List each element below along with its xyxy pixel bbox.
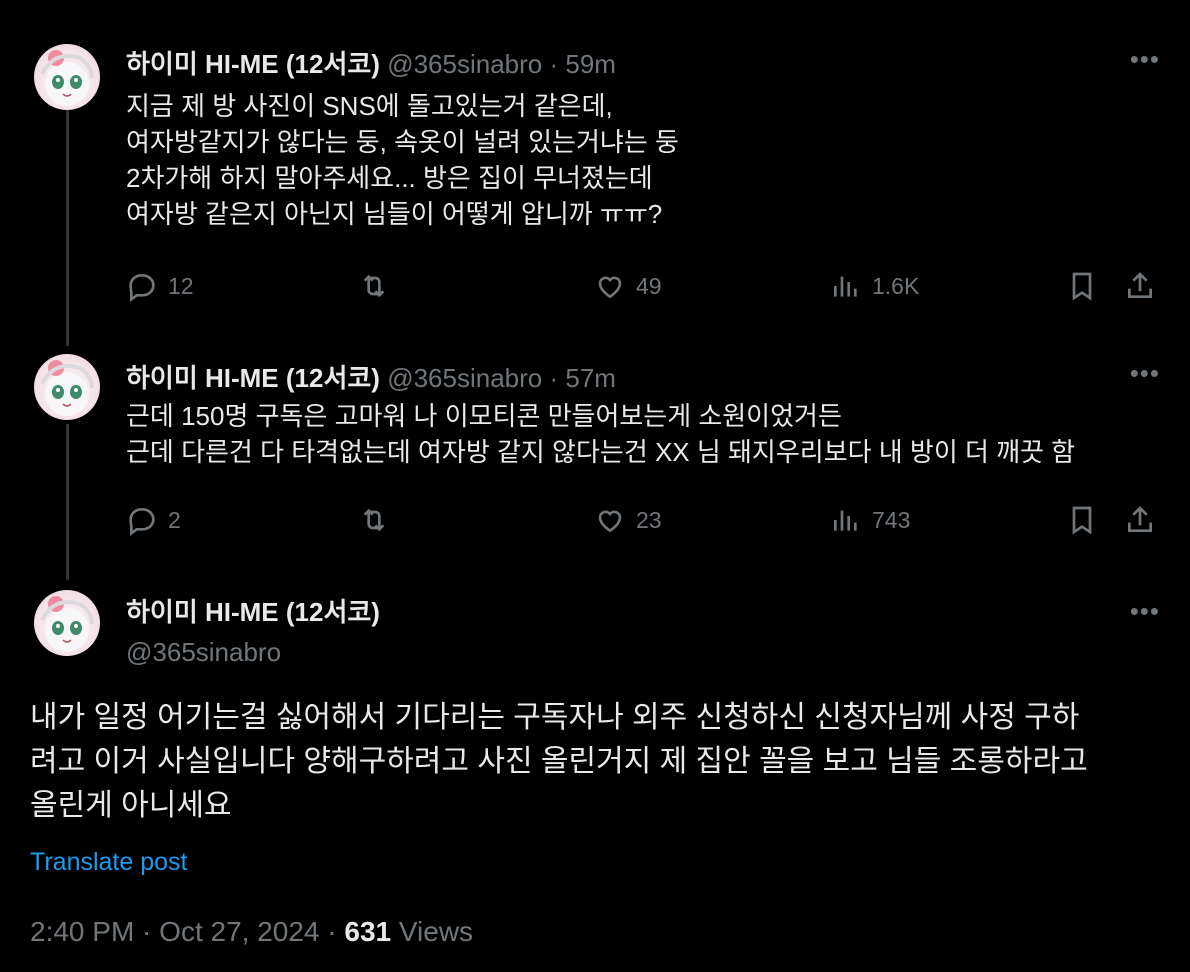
- tweet-text: 지금 제 방 사진이 SNS에 돌고있는거 같은데, 여자방같지가 않다는 둥,…: [126, 88, 679, 232]
- reply-button[interactable]: 2: [126, 504, 181, 536]
- post-meta: 2:40 PM · Oct 27, 2024 · 631 Views: [30, 916, 473, 948]
- display-name[interactable]: 하이미 HI-ME (12서코): [126, 49, 380, 79]
- like-count: 23: [636, 506, 662, 533]
- reply-icon: [129, 507, 155, 536]
- text-line: 올린게 아니세요: [30, 789, 232, 822]
- avatar[interactable]: [34, 590, 100, 656]
- views-count: 743: [872, 506, 911, 533]
- avatar-image: [40, 596, 94, 652]
- bookmark-icon: [1072, 506, 1092, 535]
- like-count: 49: [636, 272, 662, 299]
- reply-button[interactable]: 12: [126, 270, 194, 302]
- views-count: 1.6K: [872, 272, 920, 299]
- views-button[interactable]: 1.6K: [830, 270, 919, 302]
- text-line: 내가 일정 어기는걸 싫어해서 기다리는 구독자나 외주 신청하신 신청자님께 …: [30, 701, 1080, 734]
- post-timestamp[interactable]: 2:40 PM · Oct 27, 2024 ·: [30, 916, 344, 947]
- tweet-header: 하이미 HI-ME (12서코) @365sinabro · 59m: [126, 44, 616, 81]
- handle[interactable]: @365sinabro: [387, 363, 542, 393]
- more-icon[interactable]: •••: [1130, 44, 1160, 75]
- more-icon[interactable]: •••: [1130, 358, 1160, 389]
- retweet-icon: [363, 274, 385, 298]
- reply-count: 12: [168, 272, 194, 299]
- retweet-button[interactable]: [358, 270, 390, 302]
- views-count: 631: [344, 916, 392, 947]
- tweet-2[interactable]: 하이미 HI-ME (12서코) @365sinabro · 57m ••• 근…: [0, 340, 1190, 580]
- display-name[interactable]: 하이미 HI-ME (12서코): [126, 363, 380, 393]
- text-line: 지금 제 방 사진이 SNS에 돌고있는거 같은데,: [126, 91, 613, 121]
- handle[interactable]: @365sinabro: [126, 637, 380, 668]
- more-icon[interactable]: •••: [1130, 596, 1160, 627]
- separator: ·: [549, 363, 559, 393]
- views-icon: [834, 510, 857, 531]
- text-line: 여자방같지가 않다는 둥, 속옷이 널려 있는거냐는 둥: [126, 127, 679, 157]
- timestamp[interactable]: 57m: [565, 363, 616, 393]
- text-line: 근데 다른건 다 타격없는데 여자방 같지 않다는건 XX 님 돼지우리보다 내…: [126, 437, 1076, 467]
- tweet-header: 하이미 HI-ME (12서코) @365sinabro: [126, 592, 380, 668]
- share-icon: [1128, 506, 1152, 532]
- share-button[interactable]: [1124, 270, 1156, 302]
- like-button[interactable]: 23: [594, 504, 662, 536]
- translate-link[interactable]: Translate post: [30, 848, 187, 877]
- tweet-header: 하이미 HI-ME (12서코) @365sinabro · 57m: [126, 358, 616, 395]
- timestamp[interactable]: 59m: [565, 49, 616, 79]
- tweet-text: 근데 150명 구독은 고마워 나 이모티콘 만들어보는게 소원이었거든 근데 …: [126, 398, 1075, 470]
- heart-icon: [598, 510, 622, 533]
- share-button[interactable]: [1124, 504, 1156, 536]
- action-bar: 2 23 743: [126, 504, 1166, 544]
- bookmark-button[interactable]: [1066, 504, 1098, 536]
- text-line: 려고 이거 사실입니다 양해구하려고 사진 올린거지 제 집안 꼴을 보고 님들…: [30, 745, 1088, 778]
- reply-count: 2: [168, 506, 181, 533]
- retweet-icon: [363, 508, 385, 532]
- display-name[interactable]: 하이미 HI-ME (12서코): [126, 592, 380, 629]
- reply-icon: [129, 273, 155, 302]
- bookmark-icon: [1072, 272, 1092, 301]
- bookmark-button[interactable]: [1066, 270, 1098, 302]
- avatar[interactable]: [34, 44, 100, 110]
- text-line: 여자방 같은지 아닌지 님들이 어떻게 압니까 ㅠㅠ?: [126, 199, 663, 229]
- main-tweet: 하이미 HI-ME (12서코) @365sinabro ••• 내가 일정 어…: [0, 580, 1190, 972]
- like-button[interactable]: 49: [594, 270, 662, 302]
- avatar[interactable]: [34, 354, 100, 420]
- separator: ·: [549, 49, 559, 79]
- tweet-1[interactable]: 하이미 HI-ME (12서코) @365sinabro · 59m ••• 지…: [0, 0, 1190, 340]
- avatar-image: [40, 360, 94, 416]
- retweet-button[interactable]: [358, 504, 390, 536]
- heart-icon: [598, 276, 622, 299]
- text-line: 근데 150명 구독은 고마워 나 이모티콘 만들어보는게 소원이었거든: [126, 401, 842, 431]
- handle[interactable]: @365sinabro: [387, 49, 542, 79]
- views-label: Views: [398, 916, 474, 947]
- views-icon: [834, 276, 857, 297]
- tweet-text: 내가 일정 어기는걸 싫어해서 기다리는 구독자나 외주 신청하신 신청자님께 …: [30, 696, 1160, 828]
- text-line: 2차가해 하지 말아주세요... 방은 집이 무너졌는데: [126, 163, 653, 193]
- views-button[interactable]: 743: [830, 504, 910, 536]
- share-icon: [1128, 272, 1152, 298]
- avatar-image: [40, 50, 94, 106]
- action-bar: 12 49 1.6K: [126, 270, 1166, 310]
